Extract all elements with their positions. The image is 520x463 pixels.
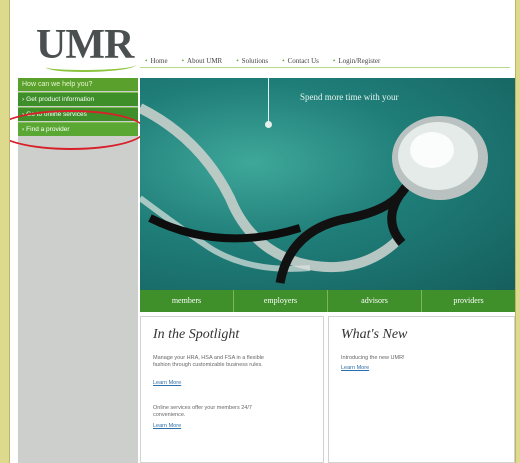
nav-login-register[interactable]: Login/Register xyxy=(333,57,380,65)
spotlight-text-2: Online services offer your members 24/7 … xyxy=(153,405,252,418)
spotlight-learn-more-1[interactable]: Learn More xyxy=(153,380,181,386)
hero-tagline: Spend more time with your xyxy=(300,92,399,102)
spotlight-title: In the Spotlight xyxy=(153,327,240,342)
sidebar: How can we help you? Get product informa… xyxy=(18,78,138,463)
hero-pointer-line xyxy=(268,78,269,123)
whats-new-panel: What's New Introducing the new UMR! Lear… xyxy=(328,316,515,463)
nav-solutions[interactable]: Solutions xyxy=(236,57,268,65)
nav-home[interactable]: Home xyxy=(145,57,167,65)
page-frame: UMR Home About UMR Solutions Contact Us … xyxy=(10,0,515,463)
tab-employers[interactable]: employers xyxy=(233,290,327,312)
whats-new-title: What's New xyxy=(341,327,408,342)
hero-pointer-dot xyxy=(265,121,272,128)
stethoscope-illustration xyxy=(140,103,488,284)
tab-members[interactable]: members xyxy=(140,290,233,312)
spotlight-text-1: Manage your HRA, HSA and FSA in a flexib… xyxy=(153,355,264,368)
audience-tabs: members employers advisors providers xyxy=(140,290,515,312)
logo-swoosh xyxy=(46,60,136,72)
sidebar-heading: How can we help you? xyxy=(18,78,138,91)
hero-banner: Spend more time with your xyxy=(140,78,515,290)
sidebar-item-product-info[interactable]: Get product information xyxy=(18,92,138,106)
nav-about[interactable]: About UMR xyxy=(182,57,222,65)
nav-divider xyxy=(140,67,510,68)
whats-new-text-1: Introducing the new UMR! xyxy=(341,355,405,361)
nav-contact[interactable]: Contact Us xyxy=(282,57,319,65)
spotlight-panel: In the Spotlight Manage your HRA, HSA an… xyxy=(140,316,324,463)
tab-providers[interactable]: providers xyxy=(421,290,515,312)
sidebar-item-find-provider[interactable]: Find a provider xyxy=(18,122,138,136)
whats-new-learn-more[interactable]: Learn More xyxy=(341,365,369,371)
spotlight-learn-more-2[interactable]: Learn More xyxy=(153,423,181,429)
sidebar-item-online-services[interactable]: Go to online services xyxy=(18,107,138,121)
tab-advisors[interactable]: advisors xyxy=(327,290,421,312)
top-navigation: Home About UMR Solutions Contact Us Logi… xyxy=(145,57,380,65)
